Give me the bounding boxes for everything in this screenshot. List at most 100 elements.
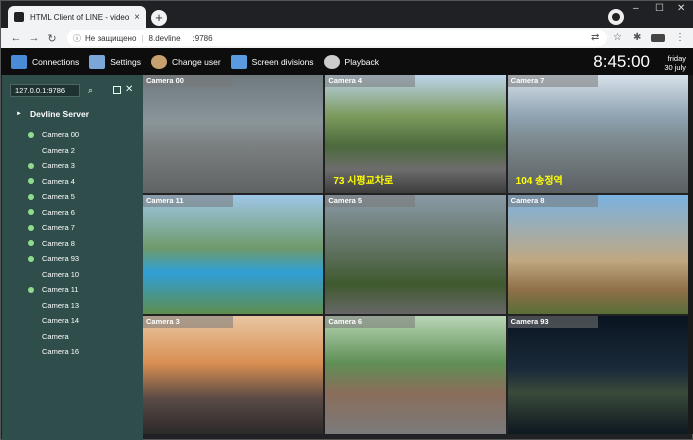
close-icon[interactable]: ✕ [125,85,133,95]
address-separator: | [141,33,144,43]
status-dot-icon [28,193,34,200]
expand-arrow-icon[interactable]: ► [16,111,22,117]
camera-list-item[interactable]: Camera 13 [28,298,79,314]
security-info-icon[interactable]: ⓘ [73,33,81,44]
status-dot-icon [28,162,34,169]
browser-menu-icon[interactable]: ⋮ [675,32,685,43]
tab-close-icon[interactable]: × [134,12,140,23]
camera-name: Camera 3 [42,161,75,171]
camera-name: Camera 2 [42,145,75,155]
camera-name: Camera 93 [42,254,80,264]
scrollbar[interactable] [688,75,693,434]
camera-list-item[interactable]: Camera 00 [28,127,79,143]
camera-view-label: Camera 3 [143,315,233,328]
back-button[interactable]: ← [7,32,25,44]
menu-settings[interactable]: Settings [89,54,141,69]
new-tab-button[interactable]: + [151,10,167,26]
status-dot-icon [28,131,34,138]
camera-list-item[interactable]: Camera 8 [28,236,79,252]
menu-change-user-label: Change user [171,56,221,67]
extensions-icon[interactable]: ✱ [633,32,641,43]
status-dot-icon [28,271,34,277]
camera-view-label: Camera 8 [507,195,598,208]
reload-button[interactable]: ↻ [43,32,61,45]
camera-name: Camera 00 [42,130,80,140]
status-dot-icon [28,302,34,308]
status-dot-icon [28,224,34,231]
camera-name: Camera 16 [42,347,80,357]
camera-overlay-text: 104 송정역 [515,176,563,188]
menu-connections[interactable]: Connections [11,54,80,69]
camera-list-item[interactable]: Camera 16 [28,344,79,360]
translate-icon[interactable]: ⇄ [591,32,599,43]
camera-list-item[interactable]: Camera 7 [28,220,79,236]
camera-list-item[interactable]: Camera 10 [28,267,79,283]
camera-view-label: Camera 5 [325,195,416,208]
bookmark-star-icon[interactable]: ☆ [613,32,622,43]
forward-button[interactable]: → [25,32,43,44]
camera-view[interactable]: Camera 93 [507,315,688,434]
status-dot-icon [28,255,34,262]
camera-view-label: Camera 4 [325,75,416,87]
camera-view[interactable]: Camera 5 [325,195,506,314]
camera-list: Camera 00 Camera 2 Camera 3 Camera 4 Camera … [28,127,79,360]
camera-name: Camera 8 [42,238,75,248]
profile-avatar-icon[interactable] [651,34,665,42]
server-address-input[interactable] [10,83,80,97]
browser-toolbar: ← → ↻ ⓘ Не защищено | 8.devline :9786 ⇄ … [1,28,693,48]
status-dot-icon [28,349,34,355]
camera-name: Camera 7 [42,223,75,233]
security-text: Не защищено [85,33,137,43]
camera-overlay-text: 73 시평교차로 [333,176,394,188]
menu-playback-label: Playback [344,56,380,67]
camera-list-item[interactable]: Camera 93 [28,251,79,267]
camera-list-item[interactable]: Camera 6 [28,205,79,221]
camera-list-item[interactable]: Camera 5 [28,189,79,205]
connections-icon [11,54,27,69]
server-node[interactable]: ► Devline Server [16,109,89,119]
camera-list-item[interactable]: Camera 2 [28,143,79,159]
search-icon[interactable]: ⌕ [88,85,93,96]
camera-name: Camera 5 [42,192,75,202]
status-dot-icon [28,333,34,339]
camera-sidebar: ⌕ ✕ ► Devline Server Camera 00Camera 2Ca… [2,75,143,440]
status-dot-icon [28,318,34,324]
camera-list-item[interactable]: Camera 11 [28,282,79,298]
camera-view-label: Camera 7 [507,75,598,87]
camera-list-item[interactable]: Camera 14 [28,313,79,329]
camera-list-item[interactable]: Camera [28,329,79,345]
date-day: friday [667,54,686,63]
camera-view[interactable]: Camera 4 73 시평교차로 [325,75,506,194]
browser-tab[interactable]: HTML Client of LINE - video surv... × [8,6,146,28]
camera-view[interactable]: Camera 3 [143,315,324,434]
menu-settings-label: Settings [110,56,141,67]
address-bar[interactable]: ⓘ Не защищено | 8.devline :9786 [67,30,607,46]
expand-icon[interactable] [113,86,122,94]
camera-view[interactable]: Camera 6 [325,315,506,434]
profile-icon[interactable] [608,9,624,25]
settings-icon [89,54,106,69]
camera-name: Camera 4 [42,176,75,186]
maximize-button[interactable]: ☐ [655,3,664,14]
favicon-icon [14,12,24,22]
camera-view[interactable]: Camera 8 [507,195,688,314]
camera-list-item[interactable]: Camera 3 [28,158,79,174]
camera-view[interactable]: Camera 7 104 송정역 [507,75,688,194]
tab-title: HTML Client of LINE - video surv... [30,12,130,22]
camera-view-label: Camera 93 [507,315,598,328]
menu-playback[interactable]: Playback [323,54,380,69]
camera-name: Camera 13 [42,300,80,310]
minimize-button[interactable]: – [633,3,639,14]
camera-view-label: Camera 6 [325,315,416,328]
camera-name: Camera 10 [42,269,80,279]
status-dot-icon [28,147,34,153]
grid-icon [230,54,247,69]
close-window-button[interactable]: ✕ [677,3,685,14]
camera-list-item[interactable]: Camera 4 [28,174,79,190]
address-host: 8.devline [148,33,181,43]
menu-change-user[interactable]: Change user [150,54,221,69]
menu-connections-label: Connections [32,56,80,67]
camera-view[interactable]: Camera 11 [143,195,324,314]
menu-screen-divisions[interactable]: Screen divisions [230,54,314,69]
camera-view[interactable]: Camera 00 [143,75,324,194]
